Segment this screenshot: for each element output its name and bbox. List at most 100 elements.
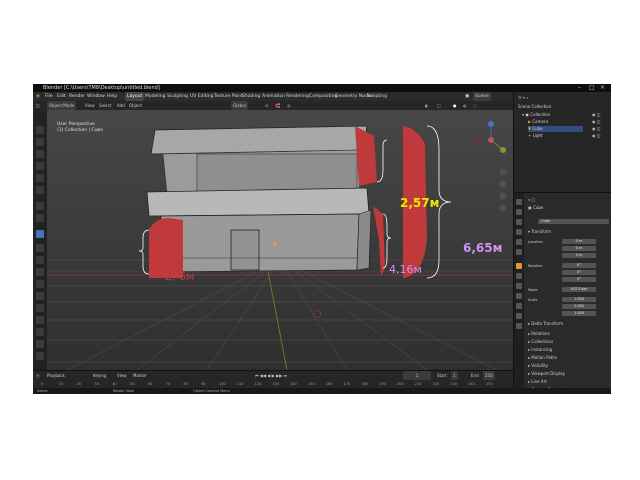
section-visibility[interactable]: ▸ Visibility (528, 363, 548, 369)
tab-layout[interactable]: Layout (125, 92, 145, 101)
rotation-z-field[interactable]: 0° (562, 277, 596, 282)
visibility-icon[interactable]: ◉ ◫ (592, 126, 601, 132)
tab-animation[interactable]: Animation (260, 92, 287, 101)
outliner-scene-collection[interactable]: Scene Collection (518, 104, 551, 110)
section-line-art[interactable]: ▸ Line Art (528, 379, 547, 385)
render-tab-icon[interactable] (516, 209, 522, 215)
scale-x-field[interactable]: 1.000 (562, 297, 596, 302)
menu-file[interactable]: File (45, 92, 53, 101)
proportional-edit-icon[interactable]: ◎ (287, 101, 291, 110)
shear-icon[interactable] (36, 352, 44, 360)
location-x-field[interactable]: 0 m (562, 239, 596, 244)
object-name-field[interactable]: Cube (538, 219, 609, 224)
mode-selector[interactable]: Object Mode (47, 101, 77, 110)
maximize-icon[interactable]: □ (589, 84, 595, 92)
orientation-selector[interactable]: Global (231, 101, 248, 110)
rendered-shading-icon[interactable]: ◌ (473, 101, 477, 110)
tool-tab-icon[interactable] (516, 199, 522, 205)
material-shading-icon[interactable]: ◍ (463, 101, 467, 110)
view-layer-tab-icon[interactable] (516, 229, 522, 235)
modifier-tab-icon[interactable] (516, 273, 522, 279)
world-tab-icon[interactable] (516, 249, 522, 255)
cursor-icon[interactable] (36, 138, 44, 146)
loop-cut-icon[interactable] (36, 268, 44, 276)
outliner-item-camera[interactable]: ▶ Camera (528, 119, 548, 125)
tab-sculpting[interactable]: Sculpting (165, 92, 190, 101)
menu-select[interactable]: Select (99, 101, 111, 110)
rotation-y-field[interactable]: 0° (562, 270, 596, 275)
outliner-item-collection[interactable]: ▾ ▣ Collection (522, 112, 550, 118)
menu-help[interactable]: Help (107, 92, 117, 101)
spin-icon[interactable] (36, 304, 44, 312)
particles-tab-icon[interactable] (516, 283, 522, 289)
overlay-icon[interactable]: ◐ (425, 101, 429, 110)
pivot-icon[interactable]: ⊙ (265, 101, 268, 110)
object-tab-icon[interactable] (516, 263, 522, 269)
bevel-icon[interactable] (36, 256, 44, 264)
smooth-icon[interactable] (36, 316, 44, 324)
current-frame-field[interactable]: 1 (403, 371, 431, 380)
close-icon[interactable]: × (600, 84, 605, 92)
menu-view[interactable]: View (85, 101, 95, 110)
3d-viewport[interactable]: User Perspective (1) Collection | Cube 2… (47, 110, 513, 370)
snap-icon[interactable]: 🧲 (275, 101, 280, 110)
location-z-field[interactable]: 0 m (562, 253, 596, 258)
inset-icon[interactable] (36, 244, 44, 252)
poly-build-icon[interactable] (36, 292, 44, 300)
visibility-icon[interactable]: ◉ ◫ (592, 133, 601, 139)
section-delta-transform[interactable]: ▸ Delta Transform (528, 321, 563, 327)
properties-search[interactable]: ⌕ ▢ (528, 197, 535, 203)
menu-playback[interactable]: Playback (47, 371, 65, 380)
edge-slide-icon[interactable] (36, 328, 44, 336)
rotate-icon[interactable] (36, 162, 44, 170)
section-motion-paths[interactable]: ▸ Motion Paths (528, 355, 557, 361)
tab-shading[interactable]: Shading (240, 92, 262, 101)
section-instancing[interactable]: ▸ Instancing (528, 347, 552, 353)
tab-scripting[interactable]: Scripting (365, 92, 389, 101)
section-viewport-display[interactable]: ▸ Viewport Display (528, 371, 565, 377)
menu-marker[interactable]: Marker (133, 371, 147, 380)
location-y-field[interactable]: 0 m (562, 246, 596, 251)
menu-add[interactable]: Add (117, 101, 125, 110)
section-collections[interactable]: ▸ Collections (528, 339, 553, 345)
menu-object[interactable]: Object (129, 101, 142, 110)
menu-keying[interactable]: Keying (93, 371, 106, 380)
outliner-item-light[interactable]: ✦ Light (528, 133, 543, 139)
shrink-fatten-icon[interactable] (36, 340, 44, 348)
scale-icon[interactable] (36, 174, 44, 182)
annotate-icon[interactable] (36, 202, 44, 210)
blender-logo-icon[interactable]: ◉ (36, 92, 40, 101)
scene-tab-icon[interactable] (516, 239, 522, 245)
start-frame-field[interactable]: 1 (451, 371, 458, 380)
data-tab-icon[interactable] (516, 313, 522, 319)
xray-icon[interactable]: ▢ (437, 101, 441, 110)
transform-icon[interactable] (36, 186, 44, 194)
measure-icon[interactable] (36, 214, 44, 222)
knife-icon[interactable] (36, 280, 44, 288)
extrude-icon[interactable] (36, 230, 44, 238)
scene-selector[interactable]: Scene (473, 92, 491, 101)
output-tab-icon[interactable] (516, 219, 522, 225)
visibility-icon[interactable]: ◉ ◫ (592, 112, 601, 118)
tab-modeling[interactable]: Modeling (143, 92, 167, 101)
section-relations[interactable]: ▸ Relations (528, 331, 550, 337)
physics-tab-icon[interactable] (516, 293, 522, 299)
rotation-x-field[interactable]: 0° (562, 263, 596, 268)
constraints-tab-icon[interactable] (516, 303, 522, 309)
solid-shading-icon[interactable]: ● (453, 101, 457, 110)
section-transform[interactable]: ▾ Transform (528, 229, 551, 235)
material-tab-icon[interactable] (516, 323, 522, 329)
outliner-item-cube[interactable]: ▼ Cube (528, 126, 583, 132)
end-frame-field[interactable]: 250 (483, 371, 495, 380)
minimize-icon[interactable]: – (578, 84, 581, 92)
editor-type-icon[interactable]: ◫ (36, 101, 40, 110)
playback-controls[interactable]: ⏮ ◀◀ ◀ ▶ ▶▶ ⏭ (255, 371, 287, 380)
menu-window[interactable]: Window (87, 92, 105, 101)
timeline-editor-icon[interactable]: ◷ (36, 371, 40, 380)
menu-timeline-view[interactable]: View (117, 371, 127, 380)
menu-render[interactable]: Render (69, 92, 85, 101)
scale-z-field[interactable]: 1.000 (562, 311, 596, 316)
move-icon[interactable] (36, 150, 44, 158)
menu-edit[interactable]: Edit (57, 92, 66, 101)
rotation-mode-select[interactable]: XYZ Euler (562, 287, 596, 292)
